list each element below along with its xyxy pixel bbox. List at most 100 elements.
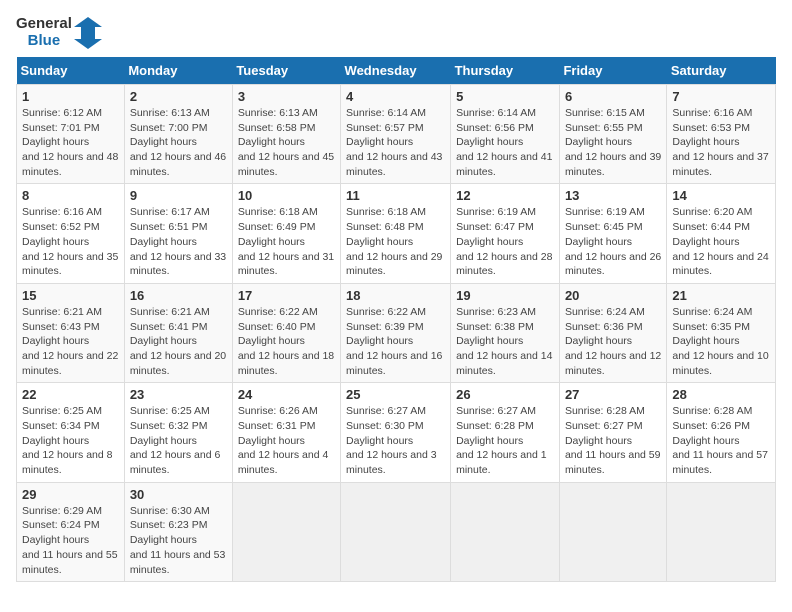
day-number: 13 [565,188,661,203]
day-cell: 21 Sunrise: 6:24 AMSunset: 6:35 PMDayligh… [667,283,776,382]
day-info: Sunrise: 6:13 AMSunset: 6:58 PMDaylight … [238,106,335,179]
day-number: 8 [22,188,119,203]
day-header-tuesday: Tuesday [232,57,340,85]
day-cell: 8 Sunrise: 6:16 AMSunset: 6:52 PMDaylight… [17,184,125,283]
day-number: 27 [565,387,661,402]
day-info: Sunrise: 6:18 AMSunset: 6:49 PMDaylight … [238,205,335,278]
day-cell: 26Sunrise: 6:27 AMSunset: 6:28 PMDayligh… [451,383,560,482]
day-info: Sunrise: 6:28 AMSunset: 6:26 PMDaylight … [672,404,770,477]
calendar-table: SundayMondayTuesdayWednesdayThursdayFrid… [16,57,776,582]
day-info: Sunrise: 6:21 AMSunset: 6:41 PMDaylight … [130,305,227,378]
day-info: Sunrise: 6:22 AMSunset: 6:40 PMDaylight … [238,305,335,378]
page-header: GeneralBlue [16,16,776,49]
day-info: Sunrise: 6:17 AMSunset: 6:51 PMDaylight … [130,205,227,278]
day-number: 26 [456,387,554,402]
day-info: Sunrise: 6:12 AMSunset: 7:01 PMDaylight … [22,106,119,179]
day-cell: 18 Sunrise: 6:22 AMSunset: 6:39 PMDayligh… [341,283,451,382]
day-info: Sunrise: 6:22 AMSunset: 6:39 PMDaylight … [346,305,445,378]
day-info: Sunrise: 6:29 AMSunset: 6:24 PMDaylight … [22,504,119,577]
day-cell: 22 Sunrise: 6:25 AMSunset: 6:34 PMDayligh… [17,383,125,482]
day-number: 30 [130,487,227,502]
day-number: 3 [238,89,335,104]
day-header-saturday: Saturday [667,57,776,85]
day-number: 14 [672,188,770,203]
day-cell: 17 Sunrise: 6:22 AMSunset: 6:40 PMDayligh… [232,283,340,382]
day-cell: 28 Sunrise: 6:28 AMSunset: 6:26 PMDayligh… [667,383,776,482]
day-cell: 5 Sunrise: 6:14 AMSunset: 6:56 PMDaylight… [451,85,560,184]
day-cell: 25 Sunrise: 6:27 AMSunset: 6:30 PMDayligh… [341,383,451,482]
day-number: 15 [22,288,119,303]
day-number: 23 [130,387,227,402]
day-info: Sunrise: 6:23 AMSunset: 6:38 PMDaylight … [456,305,554,378]
day-cell [559,482,666,581]
day-number: 10 [238,188,335,203]
day-info: Sunrise: 6:20 AMSunset: 6:44 PMDaylight … [672,205,770,278]
day-info: Sunrise: 6:30 AMSunset: 6:23 PMDaylight … [130,504,227,577]
logo: GeneralBlue [16,16,102,49]
day-info: Sunrise: 6:13 AMSunset: 7:00 PMDaylight … [130,106,227,179]
week-row-2: 8 Sunrise: 6:16 AMSunset: 6:52 PMDaylight… [17,184,776,283]
day-info: Sunrise: 6:27 AMSunset: 6:30 PMDaylight … [346,404,445,477]
day-number: 17 [238,288,335,303]
day-number: 11 [346,188,445,203]
day-number: 1 [22,89,119,104]
day-cell: 20 Sunrise: 6:24 AMSunset: 6:36 PMDayligh… [559,283,666,382]
day-number: 22 [22,387,119,402]
day-cell: 3 Sunrise: 6:13 AMSunset: 6:58 PMDaylight… [232,85,340,184]
day-header-wednesday: Wednesday [341,57,451,85]
day-number: 19 [456,288,554,303]
week-row-4: 22 Sunrise: 6:25 AMSunset: 6:34 PMDayligh… [17,383,776,482]
day-number: 21 [672,288,770,303]
day-info: Sunrise: 6:25 AMSunset: 6:32 PMDaylight … [130,404,227,477]
day-cell: 6 Sunrise: 6:15 AMSunset: 6:55 PMDaylight… [559,85,666,184]
day-number: 16 [130,288,227,303]
day-number: 25 [346,387,445,402]
week-row-5: 29 Sunrise: 6:29 AMSunset: 6:24 PMDayligh… [17,482,776,581]
day-cell [232,482,340,581]
day-cell: 19 Sunrise: 6:23 AMSunset: 6:38 PMDayligh… [451,283,560,382]
day-cell: 29 Sunrise: 6:29 AMSunset: 6:24 PMDayligh… [17,482,125,581]
day-info: Sunrise: 6:18 AMSunset: 6:48 PMDaylight … [346,205,445,278]
day-cell: 15 Sunrise: 6:21 AMSunset: 6:43 PMDayligh… [17,283,125,382]
day-info: Sunrise: 6:14 AMSunset: 6:57 PMDaylight … [346,106,445,179]
logo-arrow-icon [74,17,102,49]
day-header-thursday: Thursday [451,57,560,85]
day-cell: 30 Sunrise: 6:30 AMSunset: 6:23 PMDayligh… [124,482,232,581]
day-info: Sunrise: 6:15 AMSunset: 6:55 PMDaylight … [565,106,661,179]
day-number: 5 [456,89,554,104]
day-number: 2 [130,89,227,104]
day-number: 29 [22,487,119,502]
day-info: Sunrise: 6:14 AMSunset: 6:56 PMDaylight … [456,106,554,179]
day-cell: 27 Sunrise: 6:28 AMSunset: 6:27 PMDayligh… [559,383,666,482]
day-cell: 1 Sunrise: 6:12 AMSunset: 7:01 PMDaylight… [17,85,125,184]
day-header-monday: Monday [124,57,232,85]
day-header-sunday: Sunday [17,57,125,85]
day-cell: 14 Sunrise: 6:20 AMSunset: 6:44 PMDayligh… [667,184,776,283]
day-cell: 10 Sunrise: 6:18 AMSunset: 6:49 PMDayligh… [232,184,340,283]
day-number: 28 [672,387,770,402]
day-info: Sunrise: 6:26 AMSunset: 6:31 PMDaylight … [238,404,335,477]
day-cell: 7Sunrise: 6:16 AMSunset: 6:53 PMDaylight… [667,85,776,184]
day-number: 6 [565,89,661,104]
week-row-1: 1 Sunrise: 6:12 AMSunset: 7:01 PMDaylight… [17,85,776,184]
day-info: Sunrise: 6:21 AMSunset: 6:43 PMDaylight … [22,305,119,378]
day-number: 18 [346,288,445,303]
day-info: Sunrise: 6:24 AMSunset: 6:35 PMDaylight … [672,305,770,378]
day-info: Sunrise: 6:24 AMSunset: 6:36 PMDaylight … [565,305,661,378]
day-header-friday: Friday [559,57,666,85]
day-number: 4 [346,89,445,104]
day-info: Sunrise: 6:19 AMSunset: 6:45 PMDaylight … [565,205,661,278]
day-cell: 2 Sunrise: 6:13 AMSunset: 7:00 PMDaylight… [124,85,232,184]
day-cell: 13 Sunrise: 6:19 AMSunset: 6:45 PMDayligh… [559,184,666,283]
day-cell [667,482,776,581]
day-cell: 9Sunrise: 6:17 AMSunset: 6:51 PMDaylight… [124,184,232,283]
day-info: Sunrise: 6:16 AMSunset: 6:52 PMDaylight … [22,205,119,278]
day-number: 20 [565,288,661,303]
day-info: Sunrise: 6:25 AMSunset: 6:34 PMDaylight … [22,404,119,477]
day-info: Sunrise: 6:19 AMSunset: 6:47 PMDaylight … [456,205,554,278]
day-number: 7 [672,89,770,104]
day-info: Sunrise: 6:28 AMSunset: 6:27 PMDaylight … [565,404,661,477]
day-cell: 11 Sunrise: 6:18 AMSunset: 6:48 PMDayligh… [341,184,451,283]
day-cell [341,482,451,581]
day-cell: 16 Sunrise: 6:21 AMSunset: 6:41 PMDayligh… [124,283,232,382]
